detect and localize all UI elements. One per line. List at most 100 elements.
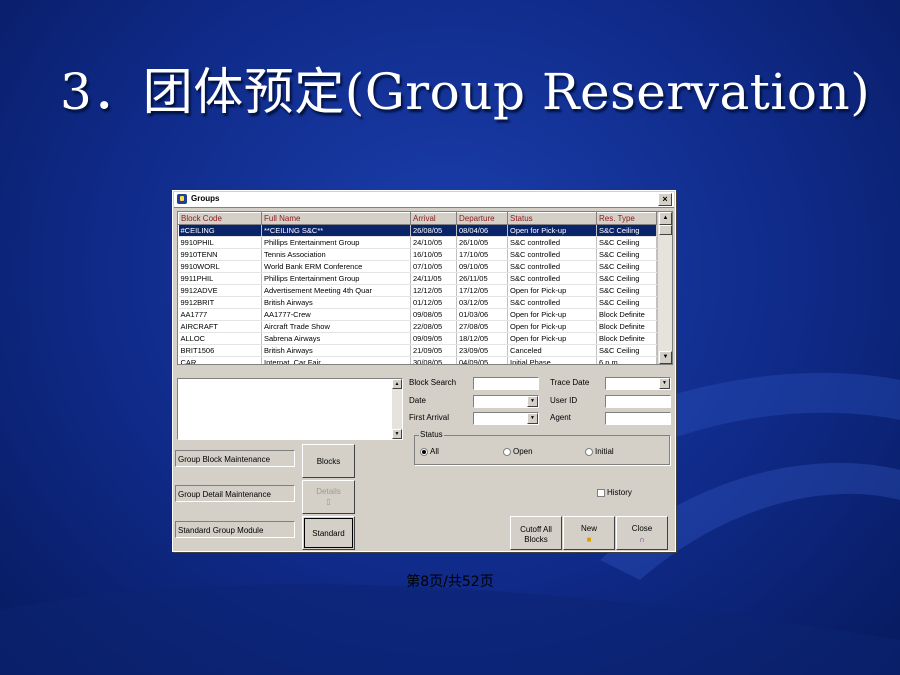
exit-door-icon: ∩: [639, 535, 645, 544]
table-row[interactable]: BRIT1506 British Airways 21/09/05 23/09/05 C…: [178, 344, 657, 357]
table-cell: 17/12/05: [456, 284, 508, 297]
table-row[interactable]: 9910TENN Tennis Association 16/10/05 17/10/…: [178, 248, 657, 261]
table-cell: Phillips Entertainment Group: [261, 236, 411, 249]
table-cell: Open for Pick-up: [507, 284, 597, 297]
trace-date-combo[interactable]: ▼: [605, 377, 671, 390]
table-cell: Open for Pick-up: [507, 224, 597, 237]
details-button[interactable]: Details ▯: [302, 480, 355, 514]
table-cell: Advertisement Meeting 4th Quar: [261, 284, 411, 297]
trace-date-label: Trace Date: [550, 378, 590, 387]
table-cell: 03/12/05: [456, 296, 508, 309]
status-radio-all[interactable]: All: [420, 447, 439, 456]
table-cell: #CEILING: [178, 224, 262, 237]
table-cell: 12/12/05: [410, 284, 457, 297]
scroll-down-icon[interactable]: ▼: [659, 351, 672, 364]
document-icon: ▯: [326, 497, 331, 506]
table-cell: S&C controlled: [507, 272, 597, 285]
table-cell: Initial Phase: [507, 356, 597, 364]
scroll-thumb[interactable]: [659, 225, 672, 235]
table-row[interactable]: #CEILING **CEILING S&C** 26/08/05 08/04/06 O…: [178, 224, 657, 237]
table-cell: Open for Pick-up: [507, 308, 597, 321]
cutoff-all-blocks-button[interactable]: Cutoff All Blocks: [510, 516, 562, 550]
notes-scrollbar[interactable]: ▲ ▼: [392, 379, 402, 439]
table-cell: S&C Ceiling: [596, 248, 657, 261]
table-cell: S&C controlled: [507, 296, 597, 309]
table-cell: Block Definite: [596, 332, 657, 345]
history-checkbox[interactable]: History: [597, 488, 632, 497]
table-cell: Open for Pick-up: [507, 320, 597, 333]
radio-icon: [503, 447, 511, 456]
user-id-input[interactable]: [605, 395, 671, 408]
table-cell: S&C controlled: [507, 236, 597, 249]
table-row[interactable]: CAR Internat. Car Fair 30/08/05 04/09/05 Ini…: [178, 356, 657, 364]
table-row[interactable]: ALLOC Sabrena Airways 09/09/05 18/12/05 Open…: [178, 332, 657, 345]
status-groupbox: Status All Open Initial: [414, 430, 670, 465]
notes-scroll-up-icon[interactable]: ▲: [392, 379, 402, 389]
table-cell: 9911PHIL: [178, 272, 262, 285]
block-search-input[interactable]: [473, 377, 539, 390]
table-cell: 23/09/05: [456, 344, 508, 357]
blocks-button[interactable]: Blocks: [302, 444, 355, 478]
radio-selected-icon: [420, 447, 428, 456]
table-cell: S&C Ceiling: [596, 260, 657, 273]
table-row[interactable]: 9912BRIT British Airways 01/12/05 03/12/05 S…: [178, 296, 657, 309]
table-row[interactable]: 9910PHIL Phillips Entertainment Group 24/1…: [178, 236, 657, 249]
close-button[interactable]: Close ∩: [616, 516, 668, 550]
table-row[interactable]: 9910WORL World Bank ERM Conference 07/10/0…: [178, 260, 657, 273]
date-combo[interactable]: ▼: [473, 395, 539, 408]
table-cell: 26/08/05: [410, 224, 457, 237]
column-header[interactable]: Status: [507, 212, 597, 225]
status-radio-initial[interactable]: Initial: [585, 447, 614, 456]
block-search-label: Block Search: [409, 378, 457, 387]
table-scrollbar[interactable]: ▲ ▼: [657, 212, 672, 364]
status-radio-open[interactable]: Open: [503, 447, 533, 456]
window-titlebar[interactable]: Groups ×: [174, 192, 674, 208]
table-cell: 9910TENN: [178, 248, 262, 261]
notes-textarea[interactable]: ▲ ▼: [177, 378, 403, 440]
chevron-down-icon[interactable]: ▼: [527, 396, 538, 407]
table-cell: Sabrena Airways: [261, 332, 411, 345]
new-button[interactable]: New ■: [563, 516, 615, 550]
table-cell: 24/10/05: [410, 236, 457, 249]
table-cell: 6 p.m.: [596, 356, 657, 364]
notes-scroll-down-icon[interactable]: ▼: [392, 429, 402, 439]
column-header[interactable]: Full Name: [261, 212, 411, 225]
group-block-maintenance-label: Group Block Maintenance: [175, 450, 295, 467]
chevron-down-icon[interactable]: ▼: [659, 378, 670, 389]
group-detail-maintenance-label: Group Detail Maintenance: [175, 485, 295, 502]
table-row[interactable]: AA1777 AA1777-Crew 09/08/05 01/03/06 Open fo…: [178, 308, 657, 321]
table-row[interactable]: 9911PHIL Phillips Entertainment Group 24/1…: [178, 272, 657, 285]
standard-button[interactable]: Standard: [302, 516, 355, 550]
table-cell: Open for Pick-up: [507, 332, 597, 345]
chevron-down-icon[interactable]: ▼: [527, 413, 538, 424]
table-cell: Block Definite: [596, 320, 657, 333]
agent-label: Agent: [550, 413, 571, 422]
table-cell: S&C controlled: [507, 248, 597, 261]
close-window-button[interactable]: ×: [658, 193, 672, 206]
table-cell: S&C Ceiling: [596, 284, 657, 297]
table-row[interactable]: 9912ADVE Advertisement Meeting 4th Quar 12…: [178, 284, 657, 297]
scroll-up-icon[interactable]: ▲: [659, 212, 672, 225]
column-header[interactable]: Departure: [456, 212, 508, 225]
column-header[interactable]: Block Code: [178, 212, 262, 225]
table-cell: BRIT1506: [178, 344, 262, 357]
table-cell: 24/11/05: [410, 272, 457, 285]
first-arrival-combo[interactable]: ▼: [473, 412, 539, 425]
table-cell: 01/12/05: [410, 296, 457, 309]
date-label: Date: [409, 396, 426, 405]
column-header[interactable]: Res. Type: [596, 212, 657, 225]
column-header[interactable]: Arrival: [410, 212, 457, 225]
table-cell: CAR: [178, 356, 262, 364]
table-cell: 04/09/05: [456, 356, 508, 364]
table-row[interactable]: AIRCRAFT Aircraft Trade Show 22/08/05 27/08…: [178, 320, 657, 333]
table-cell: 9910WORL: [178, 260, 262, 273]
table-cell: S&C Ceiling: [596, 236, 657, 249]
groups-window: Groups × Block Code Full Name Arrival Depar…: [172, 190, 676, 552]
first-arrival-label: First Arrival: [409, 413, 449, 422]
table-cell: 18/12/05: [456, 332, 508, 345]
table-cell: 9912ADVE: [178, 284, 262, 297]
table-cell: S&C controlled: [507, 260, 597, 273]
agent-input[interactable]: [605, 412, 671, 425]
new-folder-icon: ■: [586, 535, 592, 544]
slide-title: 3．团体预定(Group Reservation): [60, 63, 871, 121]
